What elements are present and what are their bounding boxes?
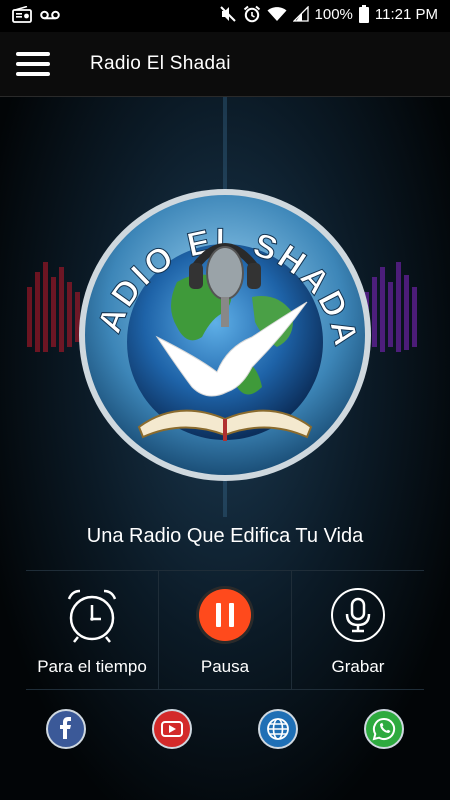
pause-icon [196, 586, 254, 644]
wifi-icon [267, 7, 287, 21]
mute-icon [219, 6, 236, 22]
app-title: Radio El Shadai [90, 53, 231, 74]
facebook-icon [46, 709, 86, 749]
equalizer-decoration-left [27, 262, 80, 352]
whatsapp-icon [364, 709, 404, 749]
sleep-timer-label: Para el tiempo [37, 657, 147, 676]
microphone-icon [331, 588, 385, 642]
hamburger-menu-icon[interactable] [16, 52, 50, 76]
facebook-button[interactable] [46, 709, 86, 749]
tagline: Una Radio Que Edifica Tu Vida [86, 525, 364, 547]
player-background: RADIO EL SHADAI Una Radio Que Edifica Tu… [0, 97, 450, 800]
battery-icon [358, 5, 369, 23]
radio-icon [12, 6, 32, 23]
website-button[interactable] [258, 709, 298, 749]
alarm-clock-icon [67, 589, 117, 643]
sleep-timer-button[interactable]: Para el tiempo [26, 571, 159, 689]
record-button[interactable]: Grabar [292, 571, 424, 689]
youtube-button[interactable] [152, 709, 192, 749]
player-controls: Para el tiempo Pausa Grabar [26, 570, 424, 690]
whatsapp-button[interactable] [364, 709, 404, 749]
voicemail-icon [40, 10, 60, 20]
app-bar: Radio El Shadai [0, 32, 450, 97]
record-label: Grabar [331, 657, 385, 676]
signal-icon [292, 6, 309, 22]
radio-logo: RADIO EL SHADAI [77, 187, 371, 481]
pause-button[interactable]: Pausa [159, 571, 292, 689]
clock-time: 11:21 PM [374, 5, 438, 23]
status-bar: 100% 11:21 PM [0, 0, 450, 32]
battery-percent: 100% [314, 5, 353, 23]
globe-icon [258, 709, 298, 749]
pause-label: Pausa [200, 657, 250, 676]
youtube-icon [152, 709, 192, 749]
alarm-icon [243, 5, 260, 23]
